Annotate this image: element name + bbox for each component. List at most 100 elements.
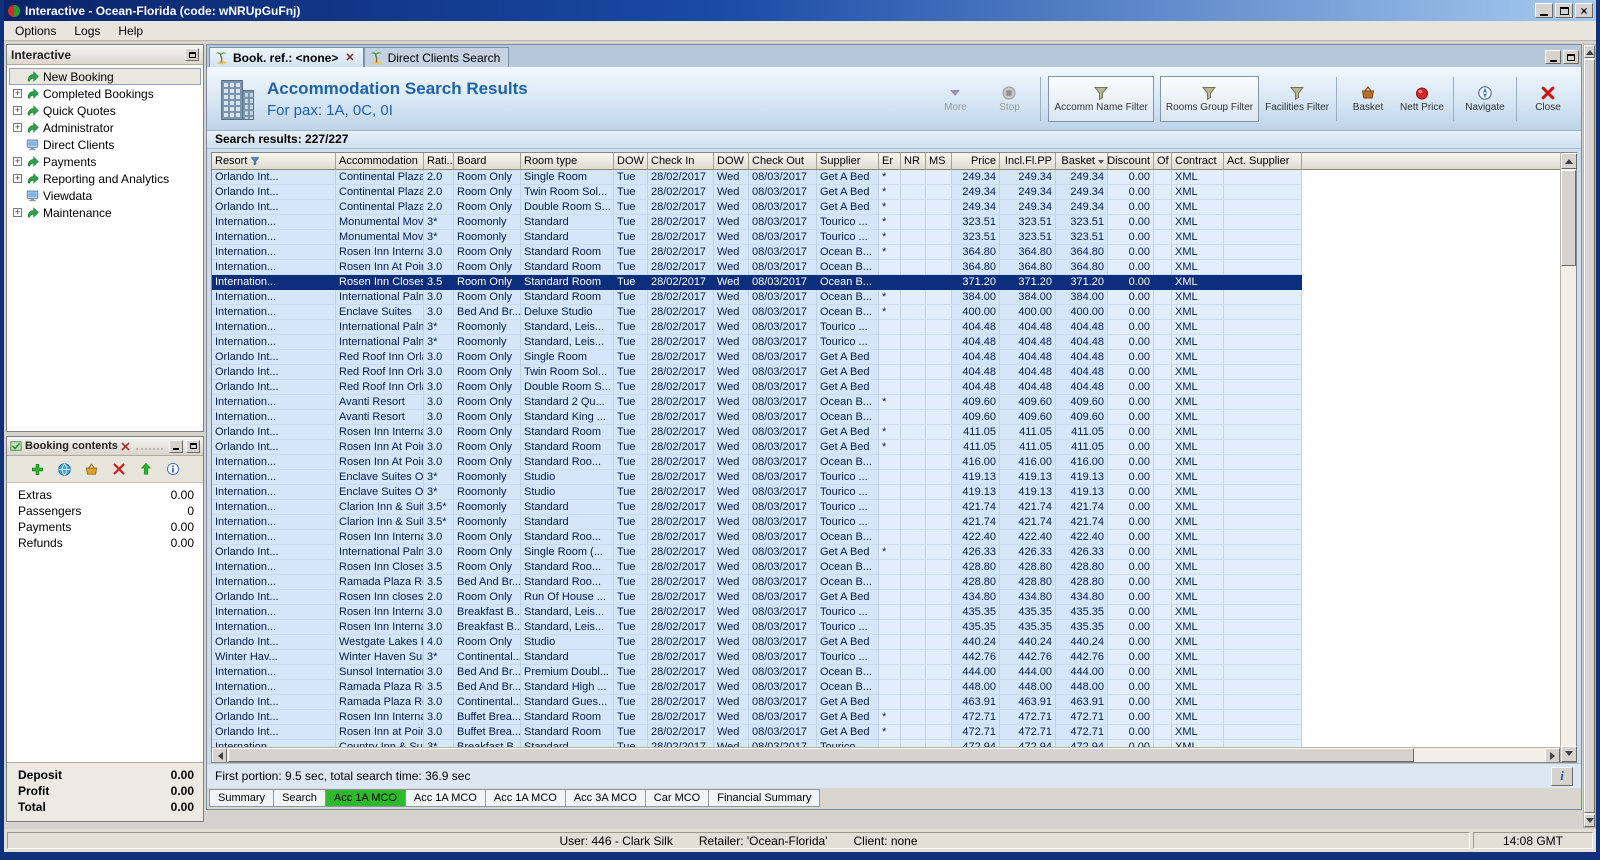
bottom-tab-acc-3a-mco[interactable]: Acc 3A MCO <box>565 789 646 807</box>
scroll-left-button[interactable] <box>212 748 227 762</box>
sidebar-item-quick-quotes[interactable]: +Quick Quotes <box>9 102 201 119</box>
table-row[interactable]: Internation...Enclave Suites Orlando3*Ro… <box>212 485 1302 500</box>
table-row[interactable]: Internation...Rosen Inn International3.0… <box>212 605 1302 620</box>
table-row[interactable]: Internation...Rosen Inn At Pointe ...3.0… <box>212 260 1302 275</box>
table-row[interactable]: Internation...Monumental Moviela...3*Roo… <box>212 230 1302 245</box>
close-button[interactable]: × <box>1575 3 1593 18</box>
info-button[interactable] <box>163 460 182 479</box>
table-row[interactable]: Orlando Int...Rosen Inn At Pointe ...3.0… <box>212 440 1302 455</box>
sidebar-item-reporting-and-analytics[interactable]: +Reporting and Analytics <box>9 170 201 187</box>
list-item-extras[interactable]: Extras0.00 <box>7 487 203 503</box>
scroll-up-button[interactable] <box>1561 153 1577 169</box>
column-header-check-in[interactable]: Check In <box>648 153 714 170</box>
window-vertical-scrollbar[interactable] <box>1583 44 1596 828</box>
horizontal-scroll-thumb[interactable] <box>228 748 1414 762</box>
mdi-restore-button[interactable] <box>1563 50 1579 64</box>
table-vertical-scrollbar[interactable] <box>1560 153 1576 762</box>
tab-direct-clients-search[interactable]: Direct Clients Search <box>364 47 510 67</box>
expand-icon[interactable]: + <box>13 208 22 217</box>
bottom-tab-summary[interactable]: Summary <box>209 789 274 807</box>
table-row[interactable]: Internation...Rosen Inn Closest to...3.5… <box>212 275 1302 290</box>
sidebar-item-completed-bookings[interactable]: +Completed Bookings <box>9 85 201 102</box>
table-row[interactable]: Orlando Int...Rosen Inn closest to ...2.… <box>212 590 1302 605</box>
bottom-tab-car-mco[interactable]: Car MCO <box>645 789 709 807</box>
column-header-act-supplier[interactable]: Act. Supplier <box>1224 153 1302 170</box>
table-row[interactable]: Internation...International Palms R...3*… <box>212 335 1302 350</box>
accomm-name-filter-button[interactable]: Accomm Name Filter <box>1048 76 1153 122</box>
expand-icon[interactable]: + <box>13 89 22 98</box>
table-row[interactable]: Orlando Int...Rosen Inn at Pointe ...3.0… <box>212 725 1302 740</box>
window-scroll-up-button[interactable] <box>1584 45 1595 58</box>
column-header-dow[interactable]: DOW <box>614 153 648 170</box>
tab-close-icon[interactable]: ✕ <box>345 51 354 64</box>
maximize-button[interactable] <box>1555 3 1573 18</box>
list-item-refunds[interactable]: Refunds0.00 <box>7 535 203 551</box>
table-row[interactable]: Internation...Rosen Inn Closest to ...3.… <box>212 560 1302 575</box>
sidebar-item-maintenance[interactable]: +Maintenance <box>9 204 201 221</box>
vertical-scroll-thumb[interactable] <box>1561 170 1576 266</box>
column-header-contract[interactable]: Contract <box>1172 153 1224 170</box>
expand-icon[interactable]: + <box>13 157 22 166</box>
delete-button[interactable] <box>109 460 128 479</box>
basket-add-button[interactable] <box>82 460 101 479</box>
table-row[interactable]: Orlando Int...Red Roof Inn Orland...3.0R… <box>212 365 1302 380</box>
menu-item-help[interactable]: Help <box>109 22 152 40</box>
table-row[interactable]: Internation...Monumental Moviela...3*Roo… <box>212 215 1302 230</box>
facilities-filter-button[interactable]: Facilities Filter <box>1265 76 1329 122</box>
table-row[interactable]: Internation...Country Inn & Suites...3*B… <box>212 740 1302 747</box>
bottom-tab-search[interactable]: Search <box>273 789 326 807</box>
column-header-rati[interactable]: Rati... <box>424 153 454 170</box>
table-row[interactable]: Internation...Sunsol International3.0Bed… <box>212 665 1302 680</box>
column-header-ms[interactable]: MS <box>926 153 952 170</box>
list-item-payments[interactable]: Payments0.00 <box>7 519 203 535</box>
list-item-passengers[interactable]: Passengers0 <box>7 503 203 519</box>
table-row[interactable]: Internation...International Palms R...3.… <box>212 290 1302 305</box>
expand-icon[interactable]: + <box>13 123 22 132</box>
column-header-dow[interactable]: DOW <box>714 153 749 170</box>
column-header-board[interactable]: Board <box>454 153 521 170</box>
column-header-er[interactable]: Er <box>879 153 901 170</box>
sidebar-item-new-booking[interactable]: New Booking <box>9 68 201 85</box>
table-row[interactable]: Internation...Clarion Inn & Suite U...3.… <box>212 515 1302 530</box>
column-header-basket[interactable]: Basket <box>1056 153 1108 170</box>
panel-minimize-button[interactable] <box>169 440 183 453</box>
rooms-group-filter-button[interactable]: Rooms Group Filter <box>1160 76 1259 122</box>
sidebar-item-viewdata[interactable]: Viewdata <box>9 187 201 204</box>
close-button[interactable]: Close <box>1524 76 1572 122</box>
move-up-button[interactable] <box>136 460 155 479</box>
bottom-tab-acc-1a-mco[interactable]: Acc 1A MCO <box>485 789 566 807</box>
table-row[interactable]: Internation...Rosen Inn International3.0… <box>212 620 1302 635</box>
table-row[interactable]: Orlando Int...Continental Plaza2.0Room O… <box>212 200 1302 215</box>
basket-button[interactable]: Basket <box>1344 76 1392 122</box>
booking-contents-close-icon[interactable] <box>121 442 130 451</box>
scroll-right-button[interactable] <box>1545 748 1560 762</box>
add-button[interactable] <box>28 460 47 479</box>
menu-item-logs[interactable]: Logs <box>65 22 109 40</box>
nett-price-button[interactable]: Nett Price <box>1398 76 1446 122</box>
info-button[interactable]: i <box>1551 767 1573 786</box>
table-row[interactable]: Internation...Avanti Resort3.0Room OnlyS… <box>212 395 1302 410</box>
table-row[interactable]: Orlando Int...Red Roof Inn Orland...3.0R… <box>212 380 1302 395</box>
column-header-check-out[interactable]: Check Out <box>749 153 817 170</box>
navigate-button[interactable]: Navigate <box>1461 76 1509 122</box>
minimize-button[interactable] <box>1535 3 1553 18</box>
table-row[interactable]: Internation...Ramada Plaza Resort...3.5B… <box>212 575 1302 590</box>
panel-restore-button[interactable] <box>186 440 200 453</box>
table-row[interactable]: Internation...Rosen Inn At Pointe ...3.0… <box>212 455 1302 470</box>
bottom-tab-acc-1a-mco[interactable]: Acc 1A MCO <box>325 789 406 807</box>
column-header-supplier[interactable]: Supplier <box>817 153 879 170</box>
sidebar-item-administrator[interactable]: +Administrator <box>9 119 201 136</box>
bottom-tab-acc-1a-mco[interactable]: Acc 1A MCO <box>405 789 486 807</box>
table-row[interactable]: Internation...Clarion Inn & Suite U...3.… <box>212 500 1302 515</box>
table-row[interactable]: Orlando Int...Westgate Lakes Res...4.0Ro… <box>212 635 1302 650</box>
title-bar[interactable]: Interactive - Ocean-Florida (code: wNRUp… <box>4 0 1596 21</box>
expand-icon[interactable]: + <box>13 106 22 115</box>
table-row[interactable]: Internation...Rosen Inn Internatio...3.0… <box>212 245 1302 260</box>
table-row[interactable]: Orlando Int...Rosen Inn Internatio...3.0… <box>212 710 1302 725</box>
column-header-price[interactable]: Price <box>952 153 1000 170</box>
table-row[interactable]: Orlando Int...Continental Plaza2.0Room O… <box>212 170 1302 185</box>
column-header-of[interactable]: Of <box>1154 153 1172 170</box>
table-row[interactable]: Internation...Enclave Suites3.0Bed And B… <box>212 305 1302 320</box>
column-header-discount[interactable]: Discount <box>1108 153 1154 170</box>
table-row[interactable]: Internation...Rosen Inn Internatio...3.0… <box>212 530 1302 545</box>
